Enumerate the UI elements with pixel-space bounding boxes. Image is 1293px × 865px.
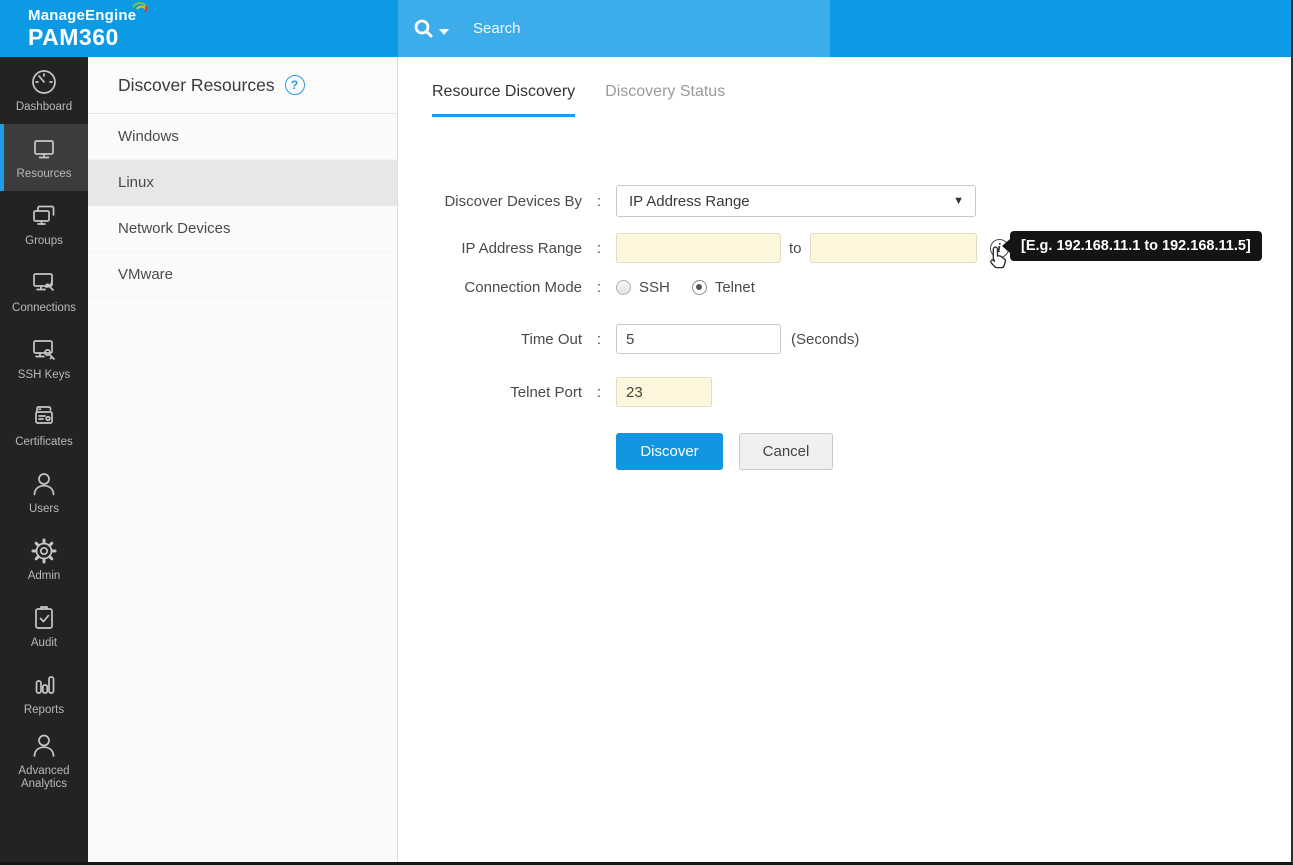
tab-bar: Resource Discovery Discovery Status xyxy=(432,57,1291,117)
radio-option-label: Telnet xyxy=(715,279,755,296)
sidebar-item[interactable]: Reports xyxy=(0,660,88,727)
sidebar-item-label: SSH Keys xyxy=(18,369,70,382)
groups-icon xyxy=(28,200,60,232)
cancel-button[interactable]: Cancel xyxy=(739,433,833,470)
main-content: Resource Discovery Discovery Status Disc… xyxy=(398,57,1291,862)
users-icon xyxy=(28,468,60,500)
resource-type-label: Windows xyxy=(118,128,179,145)
product-logo: ManageEngine PAM360 xyxy=(28,7,136,51)
tooltip-text: [E.g. 192.168.11.1 to 192.168.11.5] xyxy=(1021,238,1251,254)
dashboard-icon xyxy=(28,66,60,98)
ip-range-row: IP Address Range : to [E.g. 192.168.11.1… xyxy=(432,233,1291,263)
telnet-port-label: Telnet Port xyxy=(432,384,582,401)
discovery-form: Discover Devices By : IP Address Range I… xyxy=(432,185,1291,470)
radio-icon xyxy=(616,280,631,295)
sidebar-item[interactable]: Advanced Analytics xyxy=(0,727,88,794)
timeout-unit-label: (Seconds) xyxy=(791,331,859,348)
sidebar-item[interactable]: Audit xyxy=(0,593,88,660)
timeout-input[interactable] xyxy=(616,324,781,354)
sidebar-item-label: Resources xyxy=(17,168,72,181)
timeout-row: Time Out : (Seconds) xyxy=(432,324,1291,354)
connection-mode-label: Connection Mode xyxy=(432,279,582,296)
sidebar-item-label: Admin xyxy=(28,570,61,583)
tab[interactable]: Discovery Status xyxy=(605,83,725,117)
resource-type-item[interactable]: Windows xyxy=(88,114,397,160)
tooltip-arrow xyxy=(1002,239,1010,253)
sidebar-item-label: Groups xyxy=(25,235,63,248)
resource-type-label: VMware xyxy=(118,266,173,283)
connections-icon xyxy=(28,267,60,299)
form-actions: Discover Cancel xyxy=(432,433,1291,470)
secondary-sidebar-header: Discover Resources xyxy=(88,57,397,114)
sidebar-item[interactable]: Dashboard xyxy=(0,57,88,124)
connection-mode-row: Connection Mode : SSH Telnet xyxy=(432,270,1291,304)
discover-by-selected-value: IP Address Range xyxy=(629,193,750,210)
ip-range-to-label: to xyxy=(789,240,802,257)
sidebar-item[interactable]: SSH Keys xyxy=(0,325,88,392)
ip-range-to-input[interactable] xyxy=(810,233,977,263)
sidebar-item-label: Dashboard xyxy=(16,101,72,114)
connection-mode-option[interactable]: Telnet xyxy=(692,279,755,296)
resource-type-item[interactable]: Linux xyxy=(88,160,397,206)
tab-label: Resource Discovery xyxy=(432,83,575,100)
tab[interactable]: Resource Discovery xyxy=(432,83,575,117)
admin-icon xyxy=(28,535,60,567)
connection-mode-option[interactable]: SSH xyxy=(616,279,670,296)
ip-range-label: IP Address Range xyxy=(432,240,582,257)
sidebar-item-label: Reports xyxy=(24,704,64,717)
resource-type-label: Linux xyxy=(118,174,154,191)
sidebar-item[interactable]: Admin xyxy=(0,526,88,593)
radio-icon xyxy=(692,280,707,295)
timeout-label: Time Out xyxy=(432,331,582,348)
certificates-icon xyxy=(28,401,60,433)
secondary-sidebar: Discover Resources Windows Linux Network… xyxy=(88,57,398,862)
sidebar-item[interactable]: Users xyxy=(0,459,88,526)
advanced-analytics-icon xyxy=(28,730,60,762)
search-icon[interactable] xyxy=(412,17,436,41)
ssh-keys-icon xyxy=(28,334,60,366)
search-scope-caret-icon[interactable] xyxy=(439,29,449,35)
telnet-port-input[interactable] xyxy=(616,377,712,407)
sidebar-item[interactable]: Certificates xyxy=(0,392,88,459)
tab-label: Discovery Status xyxy=(605,83,725,100)
reports-icon xyxy=(28,669,60,701)
sidebar-item-label: Certificates xyxy=(15,436,73,449)
help-icon[interactable] xyxy=(285,75,305,95)
resource-type-item[interactable]: VMware xyxy=(88,252,397,298)
page-title: Discover Resources xyxy=(118,75,275,96)
sidebar-item[interactable]: Connections xyxy=(0,258,88,325)
resource-type-item[interactable]: Network Devices xyxy=(88,206,397,252)
discover-by-select[interactable]: IP Address Range xyxy=(616,185,976,217)
resource-type-label: Network Devices xyxy=(118,220,231,237)
sidebar-item-label: Audit xyxy=(31,637,57,650)
search-bar xyxy=(398,0,830,57)
sidebar-item[interactable]: Resources xyxy=(0,124,88,191)
telnet-port-row: Telnet Port : xyxy=(432,377,1291,407)
main-sidebar: Dashboard Resources Groups Connections xyxy=(0,57,88,862)
discover-button[interactable]: Discover xyxy=(616,433,723,470)
ip-range-from-input[interactable] xyxy=(616,233,781,263)
sidebar-item-label: Advanced Analytics xyxy=(5,765,83,791)
ip-range-tooltip: [E.g. 192.168.11.1 to 192.168.11.5] xyxy=(1010,231,1262,261)
radio-option-label: SSH xyxy=(639,279,670,296)
resources-icon xyxy=(28,133,60,165)
sidebar-item-label: Connections xyxy=(12,302,76,315)
audit-icon xyxy=(28,602,60,634)
discover-by-row: Discover Devices By : IP Address Range xyxy=(432,185,1291,217)
discover-by-label: Discover Devices By xyxy=(432,193,582,210)
sidebar-item-label: Users xyxy=(29,503,59,516)
sidebar-item[interactable]: Groups xyxy=(0,191,88,258)
search-input[interactable] xyxy=(473,20,803,37)
app-window: ManageEngine PAM360 xyxy=(0,0,1293,865)
product-name: PAM360 xyxy=(28,24,136,51)
brand-name: ManageEngine xyxy=(28,7,136,24)
top-header: ManageEngine PAM360 xyxy=(0,0,1291,57)
